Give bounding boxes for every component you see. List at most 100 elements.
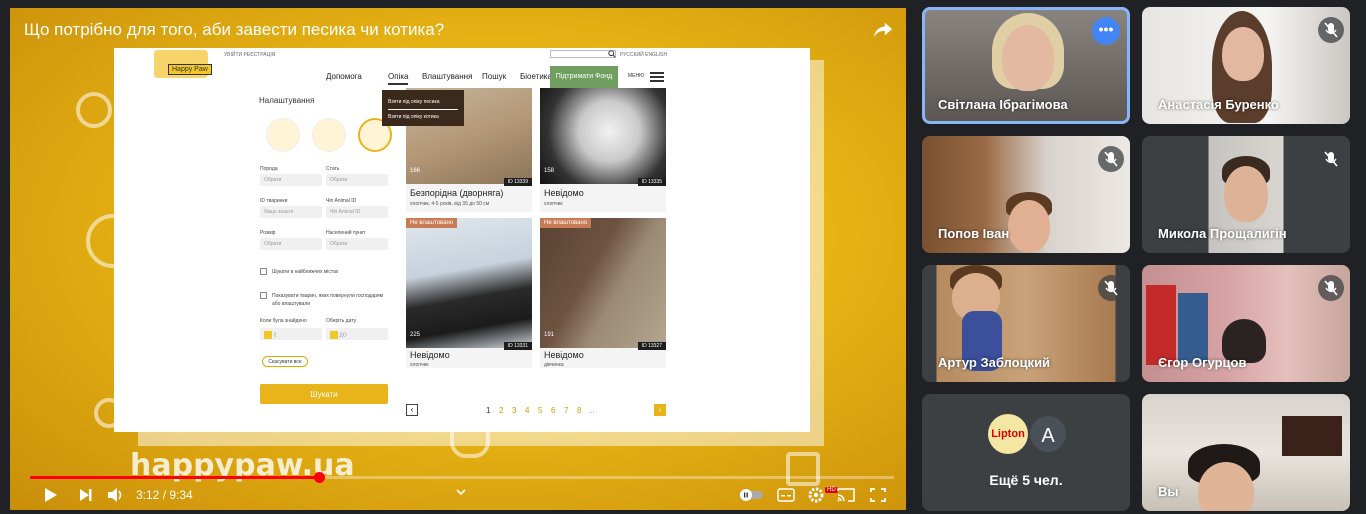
participant-face [1002, 25, 1054, 91]
volume-icon[interactable] [106, 486, 126, 504]
site-search-input [550, 50, 616, 58]
participant-face [1222, 27, 1264, 81]
views-count: 191 [544, 332, 555, 338]
date-from-value: З [273, 332, 277, 339]
share-icon[interactable] [872, 20, 894, 40]
nav-search: Пошук [482, 72, 507, 81]
calendar-icon [264, 331, 272, 339]
page-8: 8 [577, 406, 582, 415]
chip-input: Чіп Animal ID [326, 206, 388, 218]
more-participants-label: Ещё 5 чел. [989, 472, 1063, 488]
date-label: Оберіть дату [326, 318, 357, 324]
returned-checkbox [260, 292, 267, 299]
avatar: Lipton [988, 414, 1028, 454]
play-icon[interactable] [40, 486, 60, 504]
more-participants-tile[interactable]: Lipton A Ещё 5 чел. [922, 394, 1130, 511]
current-time: 3:12 [136, 488, 160, 502]
pet-photo [406, 218, 532, 348]
pet-details: хлопчик [410, 362, 429, 368]
pet-name: Невідомо [410, 350, 450, 360]
pet-name: Невідомо [544, 350, 584, 360]
size-label: Розмір [260, 230, 276, 236]
participant-tile[interactable]: Микола Прощалигін [1142, 136, 1350, 253]
dog-filter-icon [312, 118, 346, 152]
chip-label: Чіп Animal ID [326, 198, 357, 204]
cast-icon[interactable] [836, 486, 856, 504]
pet-card: 158 ID 13335 Невідомо хлопчик [540, 88, 666, 212]
views-count: 166 [410, 168, 421, 174]
participant-tile[interactable]: Артур Заблоцкий [922, 265, 1130, 382]
dropdown-dog: Взяти під опіку песика [388, 95, 458, 110]
meet-window: Що потрібно для того, аби завести песика… [0, 0, 1366, 514]
page-ellipsis: ... [588, 406, 595, 415]
video-title[interactable]: Що потрібно для того, аби завести песика… [24, 20, 444, 40]
progress-bar[interactable] [30, 472, 894, 483]
participant-tile[interactable]: Попов Іван [922, 136, 1130, 253]
mic-off-icon [1318, 146, 1344, 172]
autoplay-toggle[interactable] [738, 486, 764, 504]
self-tile[interactable]: Вы [1142, 394, 1350, 511]
pet-details: дівчинка [544, 362, 564, 368]
participant-name: Попов Іван [938, 226, 1010, 241]
fullscreen-icon[interactable] [868, 486, 888, 504]
participant-clothes [1146, 285, 1176, 365]
calendar-icon [330, 331, 338, 339]
doodle-at [76, 92, 112, 128]
page-2: 2 [499, 406, 504, 415]
filters-title: Налаштування [259, 96, 315, 105]
participant-clothes [1178, 293, 1208, 363]
animal-id-label: ID тваринки [260, 198, 288, 204]
participant-name: Анастасія Буренко [1158, 97, 1279, 112]
participant-name: Артур Заблоцкий [938, 355, 1051, 370]
page-5: 5 [538, 406, 543, 415]
duration: 9:34 [169, 488, 193, 502]
chevron-down-icon[interactable] [451, 484, 471, 502]
participant-face [1224, 166, 1268, 222]
pet-id: ID 13335 [637, 178, 666, 186]
care-dropdown: Взяти під опіку песика Взяти під опіку к… [382, 90, 464, 126]
breed-label: Порода [260, 166, 278, 172]
participant-name: Єгор Огурцов [1158, 355, 1247, 370]
pet-id: ID 13339 [503, 178, 532, 186]
pet-name: Невідомо [544, 188, 584, 198]
status-badge: Не влаштовано [406, 218, 458, 228]
sex-label: Стать [326, 166, 340, 172]
background-object [1282, 416, 1342, 456]
subtitles-icon[interactable] [776, 486, 796, 504]
returned-label: Показувати тварин, яких повернули господ… [272, 293, 384, 307]
mic-off-icon [1318, 17, 1344, 43]
doodle-house [786, 452, 820, 486]
time-separator: / [159, 488, 170, 502]
pager-prev-button: ‹ [406, 404, 418, 416]
next-icon[interactable] [76, 486, 96, 504]
pet-name: Безпорідна (дворняга) [410, 188, 504, 198]
pet-details: хлопчик, 4-5 років, від 35 до 50 см [410, 201, 490, 207]
date-to-input: ДО [326, 328, 388, 340]
time-display: 3:12 / 9:34 [136, 488, 193, 502]
nav-adoption: Влаштування [422, 72, 473, 81]
views-count: 158 [544, 168, 555, 174]
size-select: Обрати [260, 238, 322, 250]
page-7: 7 [564, 406, 569, 415]
website-screenshot: Happy Paw УВІЙТИ РЕЄСТРАЦІЯ РУССКИЙ ENGL… [114, 48, 810, 432]
avatar: A [1028, 414, 1068, 454]
more-options-icon[interactable]: ••• [1092, 17, 1120, 45]
city-select: Обрати [326, 238, 388, 250]
breed-select: Обрати [260, 174, 322, 186]
nav-care: Опіка [388, 72, 409, 85]
date-from-input: З [260, 328, 322, 340]
page-6: 6 [551, 406, 556, 415]
youtube-player[interactable]: Що потрібно для того, аби завести песика… [10, 8, 906, 510]
pet-id: ID 13331 [503, 342, 532, 350]
nearby-checkbox [260, 268, 267, 275]
settings-icon[interactable] [806, 486, 826, 504]
mic-off-icon [1318, 275, 1344, 301]
site-nav: Допомога Опіка Влаштування Пошук Біоетик… [114, 66, 810, 88]
participant-tile[interactable]: ••• Світлана Ібрагімова [922, 7, 1130, 124]
pet-id: ID 13327 [637, 342, 666, 350]
nav-help: Допомога [326, 72, 362, 81]
hamburger-icon [650, 72, 664, 82]
participant-tile[interactable]: Анастасія Буренко [1142, 7, 1350, 124]
participant-tile[interactable]: Єгор Огурцов [1142, 265, 1350, 382]
pet-card: Не влаштовано 191 ID 13327 Невідомо дівч… [540, 218, 666, 368]
